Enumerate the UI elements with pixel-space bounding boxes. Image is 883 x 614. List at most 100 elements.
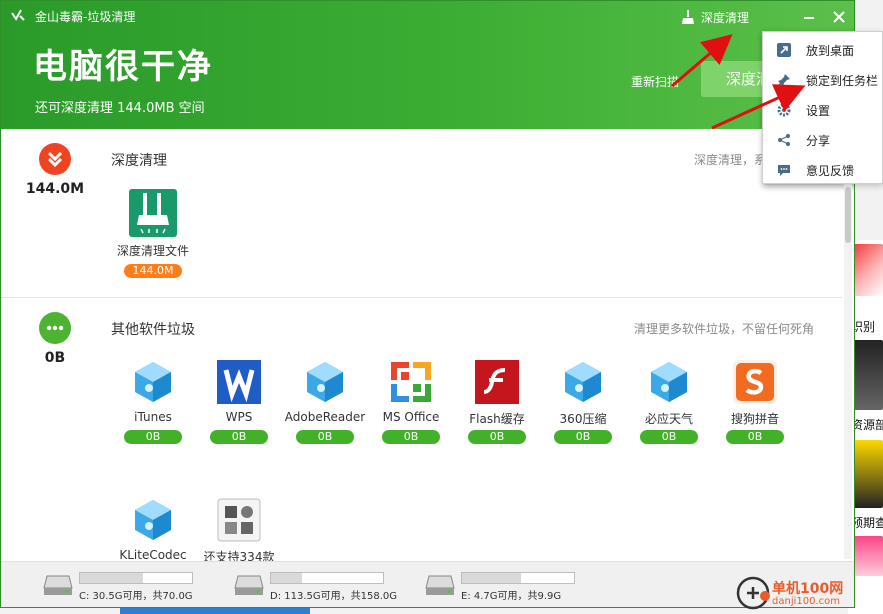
download-arrow-icon [39,143,71,175]
bing-weather-item[interactable]: 必应天气 0B [626,360,712,480]
cube-icon [647,360,691,404]
vacuum-icon [129,189,177,237]
settings-dropdown-menu: 放到桌面 锁定到任务栏 设置 分享 意见反馈 [762,31,883,184]
item-size-badge: 0B [296,430,354,444]
cube-icon [303,360,347,404]
other-software-section: 0B 其他软件垃圾 清理更多软件垃圾，不留任何死角 iTunes 0B WPS … [1,298,842,561]
content-area: 144.0M 深度清理 深度清理，系统运行更 深度清理文件 144.0M 0B [1,129,842,561]
item-label: KLiteCodec [119,548,187,561]
other-software-desc: 清理更多软件垃圾，不留任何死角 [633,322,814,336]
more-dots-icon [39,312,71,344]
deep-clean-title: 深度清理 [111,153,167,169]
sogou-icon [733,360,777,404]
item-size-badge: 0B [640,430,698,444]
office-icon [389,360,433,404]
screen: 识别 资源部 预期查询 金山毒霸-垃圾清理 深度清理 [0,0,883,614]
minimize-icon [804,17,814,19]
status-subline: 还可深度清理 144.0MB 空间 [35,101,205,116]
disk-e: E: 4.7G可用，共9.9G [425,570,605,602]
watermark-text: 单机100网 [772,581,844,597]
sogou-pinyin-item[interactable]: 搜狗拼音 0B [712,360,798,480]
deep-clean-top-button[interactable]: 深度清理 [681,7,749,27]
wps-item[interactable]: WPS 0B [196,360,282,480]
item-label: iTunes [134,410,172,424]
menu-item-label: 分享 [806,134,831,148]
background-text: 资源部 [851,418,883,432]
menu-item-label: 锁定到任务栏 [806,74,879,88]
disk-usage-bar [79,572,193,584]
header-banner: 金山毒霸-垃圾清理 深度清理 电脑很干净 还可深度清理 144.0MB 空间 重… [1,1,854,185]
title-bar[interactable]: 金山毒霸-垃圾清理 深度清理 [1,1,854,185]
site-watermark: 单机100网 danji100.com [736,576,883,614]
item-size-badge: 0B [210,430,268,444]
item-label: 搜狗拼音 [730,412,779,426]
item-label: 还支持334款 [203,550,275,561]
more-software-item[interactable]: 还支持334款 [196,498,282,561]
item-label: WPS [225,410,253,424]
item-size-badge: 144.0M [124,264,182,278]
disk-usage-fill [80,573,143,583]
rescan-link[interactable]: 重新扫描 [631,73,679,90]
watermark-logo-icon [736,576,770,610]
disk-usage-fill [462,573,521,583]
item-label: AdobeReader [284,410,366,424]
deep-clean-top-label: 深度清理 [701,10,750,25]
flash-icon [475,360,519,404]
item-size-badge: 0B [124,430,182,444]
deep-clean-size: 144.0M [25,181,85,197]
item-label: MS Office [382,410,440,424]
more-apps-icon [217,498,261,542]
item-size-badge: 0B [554,430,612,444]
disk-label: E: 4.7G可用，共9.9G [461,591,562,602]
app-logo-icon [9,7,27,25]
scrollbar-thumb[interactable] [845,187,851,243]
close-button[interactable] [826,6,852,28]
itunes-item[interactable]: iTunes 0B [110,360,196,480]
menu-item-desktop-shortcut[interactable]: 放到桌面 [763,34,883,64]
window-title: 金山毒霸-垃圾清理 [35,10,136,24]
menu-item-feedback[interactable]: 意见反馈 [763,154,883,184]
item-label: Flash缓存 [469,412,525,426]
item-label: 深度清理文件 [116,244,189,258]
adobereader-item[interactable]: AdobeReader 0B [282,360,368,480]
close-icon [833,11,845,23]
menu-item-pin-taskbar[interactable]: 锁定到任务栏 [763,64,883,94]
status-headline: 电脑很干净 [33,47,213,87]
360zip-item[interactable]: 360压缩 0B [540,360,626,480]
feedback-icon [777,162,791,176]
pin-icon [777,72,791,87]
disk-label: C: 30.5G可用，共70.0G [79,591,193,602]
cube-icon [561,360,605,404]
cube-icon [131,498,175,542]
item-label: 必应天气 [644,412,693,426]
msoffice-item[interactable]: MS Office 0B [368,360,454,480]
menu-item-settings[interactable]: 设置 [763,94,883,124]
background-text: 预期查询 [851,516,883,530]
cleaner-window: 金山毒霸-垃圾清理 深度清理 电脑很干净 还可深度清理 144.0MB 空间 重… [0,0,855,608]
item-size-badge: 0B [468,430,526,444]
other-software-title: 其他软件垃圾 [111,322,195,338]
klitecodec-item[interactable]: KLiteCodec [110,498,196,561]
flash-cache-item[interactable]: Flash缓存 0B [454,360,540,480]
menu-item-label: 放到桌面 [806,44,855,58]
wps-icon [217,360,261,404]
other-software-size: 0B [44,350,66,366]
deep-clean-files-item[interactable]: 深度清理文件 144.0M [110,189,196,309]
disk-usage-fill [271,573,302,583]
minimize-button[interactable] [796,6,822,28]
menu-item-share[interactable]: 分享 [763,124,883,154]
hard-drive-icon [425,574,455,596]
deep-clean-section: 144.0M 深度清理 深度清理，系统运行更 深度清理文件 144.0M [1,129,842,297]
menu-item-label: 意见反馈 [806,164,855,178]
item-size-badge: 0B [382,430,440,444]
shortcut-icon [777,42,791,57]
disk-label: D: 113.5G可用，共158.0G [270,591,398,602]
disk-c: C: 30.5G可用，共70.0G [43,570,223,602]
item-label: 360压缩 [559,412,607,426]
share-icon [777,132,791,146]
broom-icon [681,10,695,24]
menu-item-label: 设置 [806,104,831,118]
disk-status-bar: C: 30.5G可用，共70.0G D: 113.5G可用，共158.0G E:… [1,561,854,607]
cube-icon [131,360,175,404]
disk-usage-bar [461,572,575,584]
